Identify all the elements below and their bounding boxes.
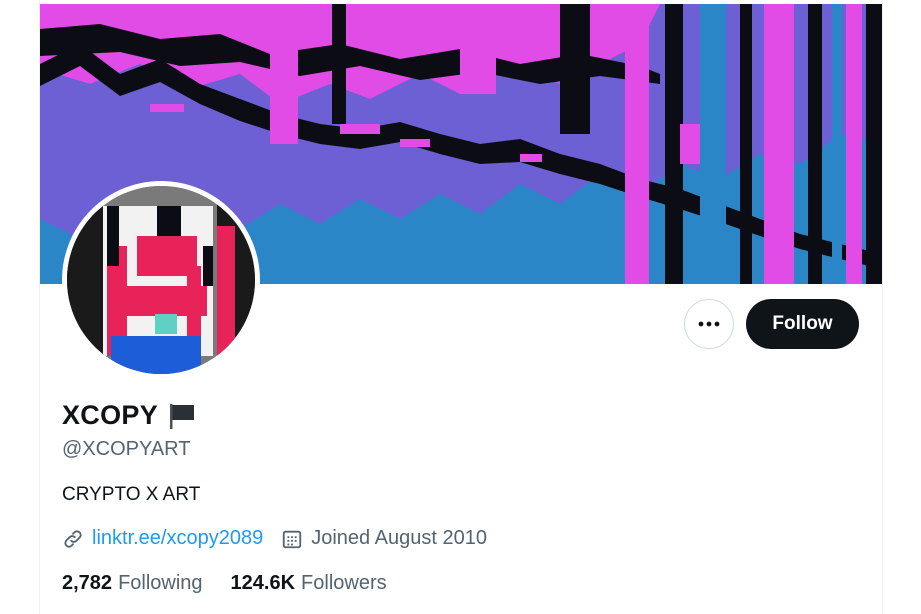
profile-handle: @XCOPYART	[62, 438, 191, 460]
flag-icon	[170, 403, 195, 429]
more-horizontal-icon	[698, 321, 720, 327]
followers-stat[interactable]: 124.6K Followers	[231, 572, 387, 595]
joined-date: Joined August 2010	[311, 527, 487, 549]
profile-card: Follow XCOPY @XCOPYART CRYPTO X ART link…	[39, 0, 883, 614]
followers-count: 124.6K	[230, 572, 296, 594]
more-options-button[interactable]	[684, 299, 734, 349]
calendar-icon	[283, 530, 302, 548]
follow-button[interactable]: Follow	[746, 299, 859, 349]
profile-bio: CRYPTO X ART	[62, 484, 201, 505]
profile-meta: linktr.ee/xcopy2089 Joined August 2010	[62, 527, 505, 550]
display-name: XCOPY	[62, 400, 159, 430]
website-link[interactable]: linktr.ee/xcopy2089	[92, 527, 263, 550]
profile-avatar[interactable]	[62, 181, 260, 379]
website-item: linktr.ee/xcopy2089	[62, 527, 263, 550]
joined-item: Joined August 2010	[281, 527, 487, 550]
link-icon	[64, 529, 82, 548]
following-label: Following	[118, 572, 203, 594]
followers-label: Followers	[301, 572, 387, 594]
following-stat[interactable]: 2,782 Following	[62, 572, 203, 595]
following-count: 2,782	[62, 572, 113, 594]
avatar-image	[67, 186, 255, 374]
follow-stats: 2,782 Following 124.6K Followers	[62, 572, 415, 595]
display-name-row: XCOPY	[62, 400, 197, 431]
